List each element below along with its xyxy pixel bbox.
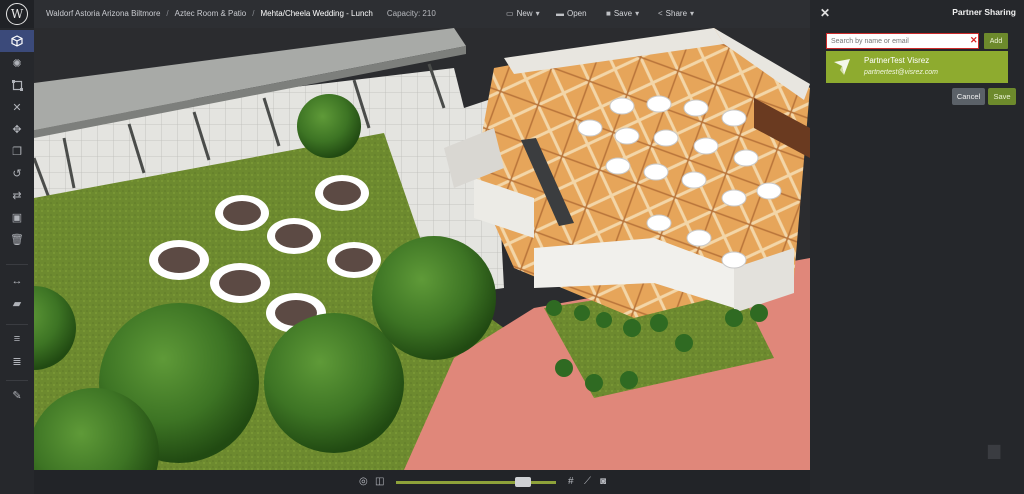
sun-icon[interactable]: ✺ [0,52,34,74]
copy-icon[interactable]: ❐ [0,140,34,162]
frame-icon[interactable]: ◫ [375,476,384,487]
ruler-icon[interactable]: ▰ [0,292,34,314]
partner-sharing-panel: ✕ Partner Sharing Search by name or emai… [810,0,1024,494]
save-button[interactable]: Save [988,88,1016,105]
venue-render [34,28,810,470]
caret-down-icon: ▾ [635,9,640,18]
undo-icon[interactable]: ↺ [0,162,34,184]
breadcrumb-separator: / [166,9,169,18]
3d-viewport[interactable] [34,28,810,470]
toolbar-divider [6,380,28,381]
chat-icon[interactable]: ▆ [988,440,1008,459]
breadcrumb: Waldorf Astoria Arizona Biltmore / Aztec… [46,9,436,18]
camera-icon[interactable]: ◙ [600,476,606,487]
logo-mark: W [6,3,28,25]
open-menu[interactable]: ▬ Open [556,9,587,18]
move-icon[interactable]: ✥ [0,118,34,140]
clear-search-icon[interactable]: ✕ [970,35,978,46]
left-toolbar: ✺ ✕ ✥ ❐ ↺ ⇄ ▣ 🗑 ↔ ▰ ≡ ≣ ✎ [0,28,34,494]
close-icon[interactable]: ✕ [820,6,830,20]
swap-icon[interactable]: ⇄ [0,184,34,206]
caret-down-icon: ▾ [535,9,540,18]
target-icon[interactable]: ◎ [359,476,368,487]
breadcrumb-event: Mehta/Cheela Wedding - Lunch [260,9,373,18]
close-icon[interactable]: ✕ [0,96,34,118]
toolbar-divider [6,324,28,325]
top-bar: W Waldorf Astoria Arizona Biltmore / Azt… [0,0,810,28]
logo[interactable]: W [0,0,34,28]
search-input[interactable]: Search by name or email [826,33,979,49]
measure-icon[interactable]: ⟋ [584,476,591,487]
share-menu[interactable]: < Share ▾ [658,9,694,18]
capacity-label: Capacity: 210 [386,9,436,18]
result-name: PartnerTest Visrez [864,56,930,65]
zoom-slider-track[interactable] [396,481,556,484]
result-email: partnertest@visrez.com [864,69,939,76]
breadcrumb-separator: / [252,9,255,18]
breadcrumb-room[interactable]: Aztec Room & Patio [175,9,247,18]
save-icon: ■ [606,9,611,18]
align-top-icon[interactable]: ≡ [0,328,34,350]
cube-icon[interactable] [0,30,34,52]
measure-icon[interactable]: ↔ [0,270,34,292]
share-menu-label: Share [665,9,688,18]
new-menu-label: New [516,9,533,18]
toolbar-divider [6,264,28,265]
bottom-bar: ◎ ◫ # ⟋ ◙ [34,470,810,494]
add-button[interactable]: Add [984,33,1008,49]
share-icon: < [658,9,663,18]
save-menu-label: Save [613,9,633,18]
save-menu[interactable]: ■ Save ▾ [606,9,639,18]
grid-icon[interactable]: # [568,476,574,487]
select-box-icon[interactable] [0,74,34,96]
picture-icon[interactable]: ▣ [0,206,34,228]
file-icon: ▭ [506,9,514,18]
search-result-item[interactable]: PartnerTest Visrez partnertest@visrez.co… [826,51,1008,83]
panel-title: Partner Sharing [952,7,1016,17]
zoom-slider-thumb[interactable] [515,477,531,487]
edit-icon[interactable]: ✎ [0,384,34,406]
breadcrumb-venue[interactable]: Waldorf Astoria Arizona Biltmore [46,9,160,18]
align-bottom-icon[interactable]: ≣ [0,350,34,372]
open-menu-label: Open [567,9,587,18]
partner-logo-icon [834,59,850,75]
cancel-button[interactable]: Cancel [952,88,985,105]
app-window: W Waldorf Astoria Arizona Biltmore / Azt… [0,0,1024,494]
new-menu[interactable]: ▭ New ▾ [506,9,540,18]
folder-icon: ▬ [556,9,564,18]
caret-down-icon: ▾ [690,9,695,18]
trash-icon[interactable]: 🗑 [0,228,34,250]
